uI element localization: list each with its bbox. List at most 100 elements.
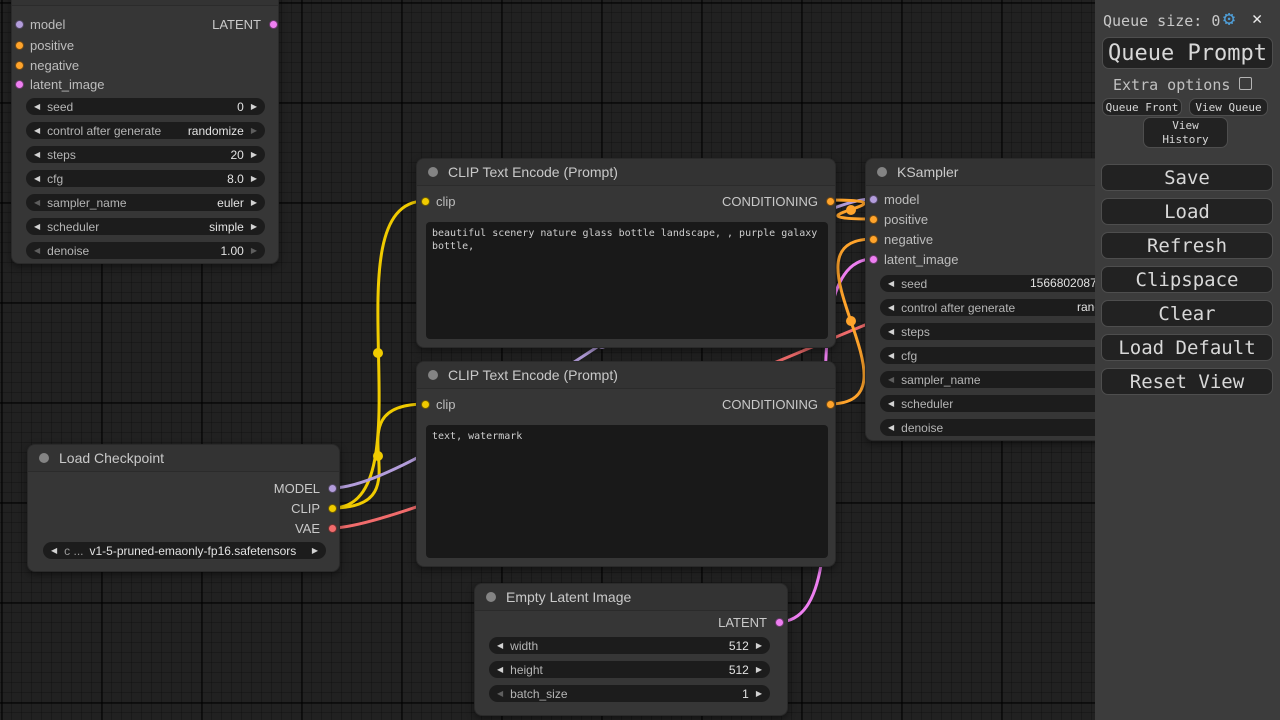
widget-control-after-generate[interactable]: ◀ control after generate randomize ▶	[26, 122, 265, 139]
extra-options-label: Extra options	[1113, 76, 1230, 94]
view-queue-button[interactable]: View Queue	[1189, 98, 1268, 116]
widget-steps[interactable]: ◀ steps 20 ▶	[26, 146, 265, 163]
input-label-negative: negative	[884, 232, 933, 248]
node-title-bar[interactable]: Load Checkpoint	[28, 445, 339, 472]
extra-options-checkbox[interactable]	[1239, 77, 1252, 90]
decrement-arrow-icon[interactable]: ◀	[497, 685, 503, 702]
input-label-model: model	[884, 192, 919, 208]
node-title-bar[interactable]: CLIP Text Encode (Prompt)	[417, 362, 835, 389]
input-port-latent-image[interactable]	[869, 255, 878, 264]
input-port-latent-image[interactable]	[15, 80, 24, 89]
node-title: CLIP Text Encode (Prompt)	[448, 367, 618, 383]
increment-arrow-icon[interactable]: ▶	[756, 637, 762, 654]
decrement-arrow-icon[interactable]: ◀	[888, 371, 894, 388]
decrement-arrow-icon[interactable]: ◀	[888, 275, 894, 292]
widget-sampler-name[interactable]: ◀ sampler_name euler ▶	[26, 194, 265, 211]
widget-label: scheduler	[901, 397, 953, 411]
input-port-negative[interactable]	[869, 235, 878, 244]
widget-value: 512	[729, 663, 749, 677]
output-port-latent[interactable]	[269, 20, 278, 29]
settings-gear-icon[interactable]: ⚙	[1223, 6, 1235, 30]
node-load-checkpoint[interactable]: Load Checkpoint MODEL CLIP VAE ◀ c ... v…	[27, 444, 340, 572]
view-history-button[interactable]: View History	[1143, 117, 1228, 148]
increment-arrow-icon[interactable]: ▶	[756, 685, 762, 702]
increment-arrow-icon[interactable]: ▶	[251, 146, 257, 163]
decrement-arrow-icon[interactable]: ◀	[888, 395, 894, 412]
decrement-arrow-icon[interactable]: ◀	[34, 122, 40, 139]
queue-front-button[interactable]: Queue Front	[1102, 98, 1182, 116]
increment-arrow-icon[interactable]: ▶	[251, 194, 257, 211]
node-clip-text-encode-negative[interactable]: CLIP Text Encode (Prompt) clip CONDITION…	[416, 361, 836, 567]
input-port-positive[interactable]	[869, 215, 878, 224]
clear-button[interactable]: Clear	[1101, 300, 1273, 327]
load-button[interactable]: Load	[1101, 198, 1273, 225]
increment-arrow-icon[interactable]: ▶	[251, 218, 257, 235]
save-button[interactable]: Save	[1101, 164, 1273, 191]
decrement-arrow-icon[interactable]: ◀	[51, 542, 57, 559]
input-port-clip[interactable]	[421, 400, 430, 409]
increment-arrow-icon[interactable]: ▶	[251, 98, 257, 115]
decrement-arrow-icon[interactable]: ◀	[34, 98, 40, 115]
output-port-model[interactable]	[328, 484, 337, 493]
decrement-arrow-icon[interactable]: ◀	[497, 661, 503, 678]
decrement-arrow-icon[interactable]: ◀	[34, 242, 40, 259]
input-label-positive: positive	[30, 38, 74, 54]
close-icon[interactable]: ✕	[1252, 9, 1262, 29]
output-port-conditioning[interactable]	[826, 400, 835, 409]
decrement-arrow-icon[interactable]: ◀	[34, 170, 40, 187]
decrement-arrow-icon[interactable]: ◀	[888, 419, 894, 436]
reset-view-button[interactable]: Reset View	[1101, 368, 1273, 395]
input-port-model[interactable]	[15, 20, 24, 29]
output-port-conditioning[interactable]	[826, 197, 835, 206]
widget-scheduler[interactable]: ◀ scheduler simple ▶	[26, 218, 265, 235]
input-port-positive[interactable]	[15, 41, 24, 50]
widget-ckpt-name[interactable]: ◀ c ... v1-5-pruned-emaonly-fp16.safeten…	[43, 542, 326, 559]
load-default-button[interactable]: Load Default	[1101, 334, 1273, 361]
widget-batch-size[interactable]: ◀ batch_size 1 ▶	[489, 685, 770, 702]
node-title-bar[interactable]: CLIP Text Encode (Prompt)	[417, 159, 835, 186]
refresh-button[interactable]: Refresh	[1101, 232, 1273, 259]
output-port-latent[interactable]	[775, 618, 784, 627]
node-status-dot	[428, 167, 438, 177]
input-port-clip[interactable]	[421, 197, 430, 206]
output-port-clip[interactable]	[328, 504, 337, 513]
node-title: CLIP Text Encode (Prompt)	[448, 164, 618, 180]
clipspace-button[interactable]: Clipspace	[1101, 266, 1273, 293]
prompt-textarea[interactable]: text, watermark	[426, 425, 828, 558]
decrement-arrow-icon[interactable]: ◀	[497, 637, 503, 654]
increment-arrow-icon[interactable]: ▶	[251, 122, 257, 139]
node-status-dot	[877, 167, 887, 177]
increment-arrow-icon[interactable]: ▶	[756, 661, 762, 678]
widget-width[interactable]: ◀ width 512 ▶	[489, 637, 770, 654]
node-title-bar[interactable]: Empty Latent Image	[475, 584, 787, 611]
decrement-arrow-icon[interactable]: ◀	[34, 146, 40, 163]
node-status-dot	[486, 592, 496, 602]
widget-label: steps	[901, 325, 930, 339]
widget-value: simple	[209, 220, 244, 234]
decrement-arrow-icon[interactable]: ◀	[888, 299, 894, 316]
input-port-negative[interactable]	[15, 61, 24, 70]
output-port-vae[interactable]	[328, 524, 337, 533]
widget-cfg[interactable]: ◀ cfg 8.0 ▶	[26, 170, 265, 187]
increment-arrow-icon[interactable]: ▶	[251, 242, 257, 259]
prompt-textarea[interactable]: beautiful scenery nature glass bottle la…	[426, 222, 828, 339]
increment-arrow-icon[interactable]: ▶	[251, 170, 257, 187]
widget-seed[interactable]: ◀ seed 0 ▶	[26, 98, 265, 115]
queue-prompt-button[interactable]: Queue Prompt	[1102, 37, 1273, 69]
widget-height[interactable]: ◀ height 512 ▶	[489, 661, 770, 678]
widget-label: width	[510, 639, 538, 653]
decrement-arrow-icon[interactable]: ◀	[34, 218, 40, 235]
node-clip-text-encode-positive[interactable]: CLIP Text Encode (Prompt) clip CONDITION…	[416, 158, 836, 348]
decrement-arrow-icon[interactable]: ◀	[34, 194, 40, 211]
node-empty-latent-image[interactable]: Empty Latent Image LATENT ◀ width 512 ▶ …	[474, 583, 788, 716]
input-port-model[interactable]	[869, 195, 878, 204]
node-ksampler-left[interactable]: KSampler model positive negative latent_…	[11, 0, 279, 264]
decrement-arrow-icon[interactable]: ◀	[888, 323, 894, 340]
widget-denoise[interactable]: ◀ denoise 1.00 ▶	[26, 242, 265, 259]
decrement-arrow-icon[interactable]: ◀	[888, 347, 894, 364]
input-label-latent-image: latent_image	[30, 77, 104, 93]
node-canvas[interactable]: KSampler model positive negative latent_…	[0, 0, 1280, 720]
node-title-bar[interactable]: KSampler	[12, 0, 278, 6]
output-label-latent: LATENT	[718, 615, 767, 631]
increment-arrow-icon[interactable]: ▶	[312, 542, 318, 559]
